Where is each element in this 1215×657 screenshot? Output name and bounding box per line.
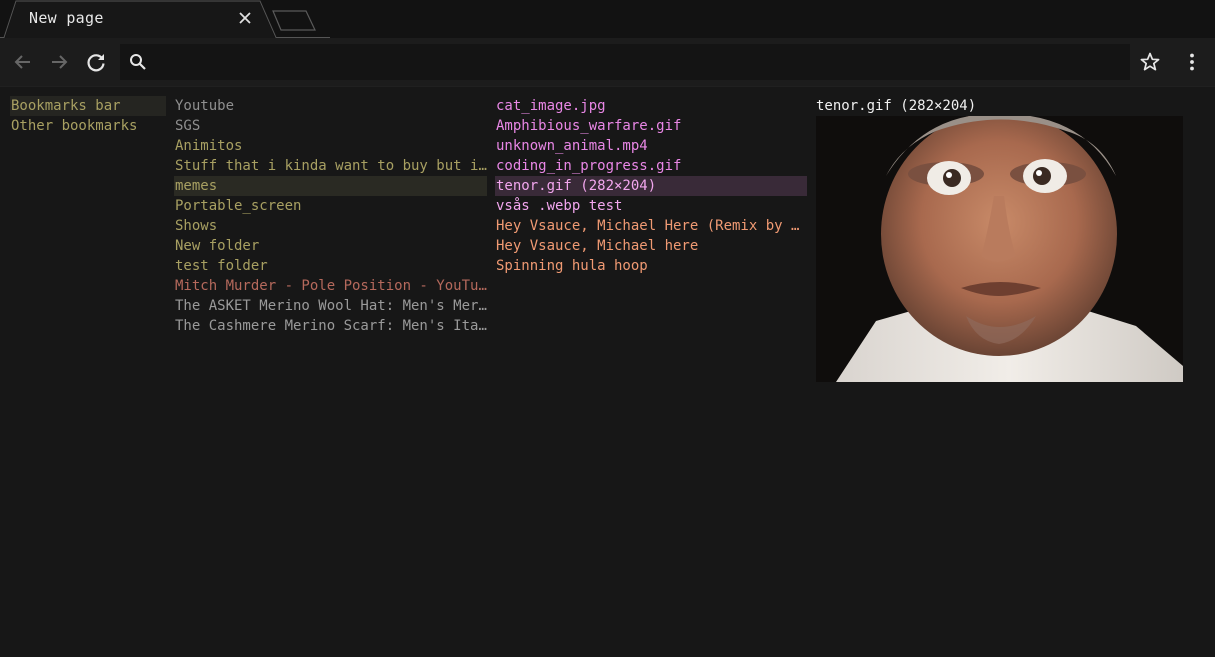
folder-sgs[interactable]: SGS [174, 116, 487, 136]
new-tab-button[interactable] [270, 9, 318, 33]
toolbar [0, 38, 1215, 87]
bookmarks-bar-column: Youtube SGS Animitos Stuff that i kinda … [174, 96, 487, 336]
omnibox-input[interactable] [160, 48, 1124, 78]
file-amphibious-warfare[interactable]: Amphibious_warfare.gif [495, 116, 807, 136]
bookmark-asket-hat[interactable]: The ASKET Merino Wool Hat: Men's Merino … [174, 296, 487, 316]
file-cat-image[interactable]: cat_image.jpg [495, 96, 807, 116]
omnibox[interactable] [120, 44, 1130, 80]
bookmark-vsauce[interactable]: Hey Vsauce, Michael here [495, 236, 807, 256]
memes-column: cat_image.jpg Amphibious_warfare.gif unk… [495, 96, 807, 276]
tab-strip: New page [0, 0, 1215, 38]
folder-memes[interactable]: memes [174, 176, 487, 196]
arrow-right-icon[interactable] [48, 51, 70, 73]
tab-title[interactable]: New page [29, 9, 104, 27]
bookmark-roots-column: Bookmarks bar Other bookmarks [10, 96, 166, 136]
bookmark-hula-hoop[interactable]: Spinning hula hoop [495, 256, 807, 276]
folder-animitos[interactable]: Animitos [174, 136, 487, 156]
folder-stuff-to-buy[interactable]: Stuff that i kinda want to buy but idk [174, 156, 487, 176]
close-icon[interactable] [237, 10, 253, 26]
file-vsas-webp[interactable]: vsås .webp test [495, 196, 807, 216]
bookmark-cashmere-scarf[interactable]: The Cashmere Merino Scarf: Men's Italian… [174, 316, 487, 336]
preview-image [816, 116, 1183, 382]
folder-test-folder[interactable]: test folder [174, 256, 487, 276]
bookmark-vsauce-remix[interactable]: Hey Vsauce, Michael Here (Remix by Mr. V… [495, 216, 807, 236]
preview-title: tenor.gif (282×204) [816, 98, 977, 114]
kebab-menu-icon[interactable] [1181, 51, 1203, 73]
arrow-left-icon[interactable] [12, 51, 34, 73]
file-unknown-animal[interactable]: unknown_animal.mp4 [495, 136, 807, 156]
folder-shows[interactable]: Shows [174, 216, 487, 236]
file-tenor-gif[interactable]: tenor.gif (282×204) [495, 176, 807, 196]
root-other-bookmarks[interactable]: Other bookmarks [10, 116, 166, 136]
search-icon [130, 54, 146, 70]
folder-portable-screen[interactable]: Portable_screen [174, 196, 487, 216]
file-coding-in-progress[interactable]: coding_in_progress.gif [495, 156, 807, 176]
folder-new-folder[interactable]: New folder [174, 236, 487, 256]
bookmark-mitch-murder[interactable]: Mitch Murder - Pole Position - YouTube [174, 276, 487, 296]
star-icon[interactable] [1139, 51, 1161, 73]
folder-youtube[interactable]: Youtube [174, 96, 487, 116]
root-bookmarks-bar[interactable]: Bookmarks bar [10, 96, 166, 116]
reload-icon[interactable] [85, 51, 107, 73]
